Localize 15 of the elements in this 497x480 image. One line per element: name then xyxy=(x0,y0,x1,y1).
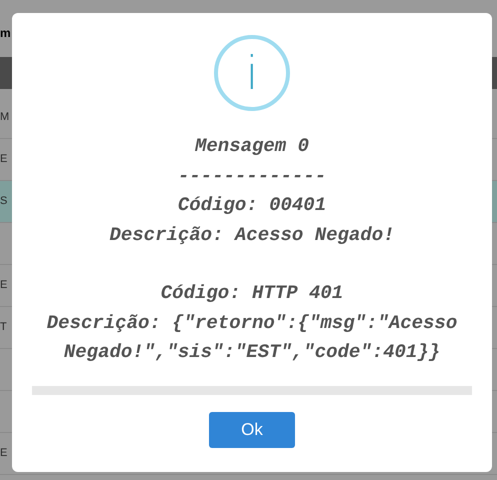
row-text: S xyxy=(0,194,8,210)
row-text: M xyxy=(0,110,10,126)
ok-button[interactable]: Ok xyxy=(209,412,295,448)
message-text: Mensagem 0 xyxy=(194,134,310,159)
info-icon: i xyxy=(214,35,290,111)
row-text: T xyxy=(0,320,7,336)
message-text: Descrição: {"retorno":{"msg":"Acesso Negado!","sis":"EST","code":401}} xyxy=(46,310,458,365)
row-text: E xyxy=(0,446,8,462)
row-text: E xyxy=(0,278,8,294)
page-heading: m xyxy=(0,25,11,42)
message-text: Código: HTTP 401 xyxy=(160,281,344,306)
row-text: E xyxy=(0,152,8,168)
message-text: Descrição: Acesso Negado! xyxy=(108,222,396,248)
message-text: ------------- xyxy=(176,164,328,188)
message-text: Código: 00401 xyxy=(176,193,328,218)
